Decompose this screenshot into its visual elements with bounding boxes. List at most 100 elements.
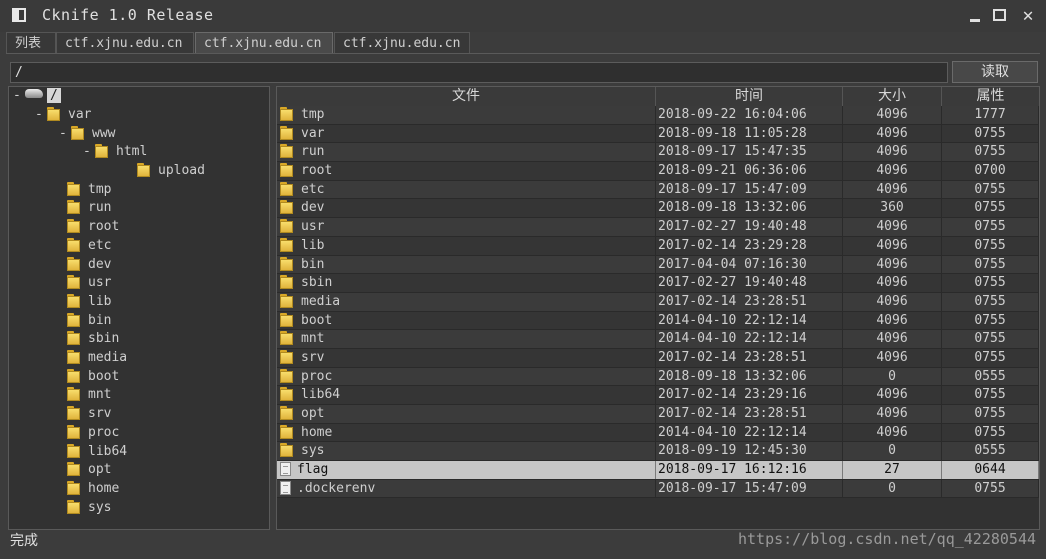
close-icon[interactable]: ✕ (1018, 6, 1038, 26)
tree-node-label: usr (88, 275, 112, 290)
file-size: 4096 (843, 423, 942, 442)
file-name: home (301, 424, 333, 440)
folder-icon (67, 499, 82, 514)
tree-node-home[interactable]: home (55, 480, 119, 498)
file-rows: tmp 2018-09-22 16:04:06 4096 1777 var 2018-09… (277, 106, 1039, 499)
file-time: 2018-09-21 06:36:06 (656, 162, 843, 181)
tree-node-upload[interactable]: upload (125, 162, 205, 180)
file-row[interactable]: lib64 2017-02-14 23:29:16 4096 0755 (277, 386, 1039, 405)
tree-node-sbin[interactable]: sbin (55, 330, 119, 348)
file-name-cell: var (277, 124, 656, 143)
path-input[interactable]: / (10, 62, 948, 83)
file-name: sbin (301, 275, 333, 291)
file-name: .dockerenv (297, 480, 376, 496)
file-name-cell: lib (277, 236, 656, 255)
file-row[interactable]: srv 2017-02-14 23:28:51 4096 0755 (277, 348, 1039, 368)
column-header-attr[interactable]: 属性 (942, 87, 1039, 106)
collapse-icon[interactable]: - (83, 143, 95, 161)
file-size: 4096 (843, 124, 942, 143)
file-row[interactable]: var 2018-09-18 11:05:28 4096 0755 (277, 124, 1039, 144)
file-row[interactable]: tmp 2018-09-22 16:04:06 4096 1777 (277, 106, 1039, 125)
tree-node-lib[interactable]: lib (55, 293, 111, 311)
file-time: 2018-09-19 12:45:30 (656, 442, 843, 461)
folder-icon (280, 293, 295, 308)
file-row[interactable]: root 2018-09-21 06:36:06 4096 0700 (277, 162, 1039, 181)
folder-icon (280, 442, 295, 458)
file-size: 4096 (843, 330, 942, 349)
column-header-time[interactable]: 时间 (656, 87, 843, 106)
folder-icon (67, 405, 82, 420)
file-row[interactable]: bin 2017-04-04 07:16:30 4096 0755 (277, 255, 1039, 275)
tab-site-1[interactable]: ctf.xjnu.edu.cn (56, 32, 194, 53)
tree-node-label: srv (88, 406, 112, 421)
file-row[interactable]: .dockerenv 2018-09-17 15:47:09 0 0755 (277, 479, 1039, 499)
tab-list[interactable]: 列表 (6, 32, 56, 53)
file-row[interactable]: dev 2018-09-18 13:32:06 360 0755 (277, 199, 1039, 219)
tree-node-boot[interactable]: boot (55, 368, 119, 386)
tree-node-www[interactable]: - www (59, 125, 115, 143)
file-row[interactable]: home 2014-04-10 22:12:14 4096 0755 (277, 423, 1039, 443)
status-text: 完成 (10, 533, 38, 549)
tree-node-tmp[interactable]: tmp (55, 181, 111, 199)
file-row[interactable]: mnt 2014-04-10 22:12:14 4096 0755 (277, 330, 1039, 349)
minimize-icon[interactable] (965, 6, 985, 26)
folder-icon (280, 424, 295, 439)
file-row[interactable]: opt 2017-02-14 23:28:51 4096 0755 (277, 405, 1039, 424)
tree-node-sys[interactable]: sys (55, 499, 111, 517)
tree-node-root[interactable]: root (55, 218, 119, 236)
read-button[interactable]: 读取 (952, 61, 1038, 83)
file-time: 2017-04-04 07:16:30 (656, 255, 843, 274)
tree-node-proc[interactable]: proc (55, 424, 119, 442)
file-size: 4096 (843, 143, 942, 162)
file-size: 4096 (843, 274, 942, 293)
file-row[interactable]: sbin 2017-02-27 19:40:48 4096 0755 (277, 274, 1039, 293)
file-attr: 0555 (942, 442, 1039, 461)
tree-node-usr[interactable]: usr (55, 274, 111, 292)
file-size: 4096 (843, 162, 942, 181)
file-time: 2014-04-10 22:12:14 (656, 330, 843, 349)
column-header-size[interactable]: 大小 (843, 87, 942, 106)
tree-node-bin[interactable]: bin (55, 312, 111, 330)
tab-site-3[interactable]: ctf.xjnu.edu.cn (334, 32, 470, 53)
collapse-icon[interactable]: - (13, 87, 25, 105)
tree-node-dev[interactable]: dev (55, 256, 111, 274)
file-size: 4096 (843, 348, 942, 367)
file-row[interactable]: proc 2018-09-18 13:32:06 0 0555 (277, 367, 1039, 387)
window-title: Cknife 1.0 Release (42, 6, 214, 24)
tree-node-lib64[interactable]: lib64 (55, 443, 127, 461)
column-header-name[interactable]: 文件 (277, 87, 656, 106)
tree-node-label: tmp (88, 182, 112, 197)
tree-node-mnt[interactable]: mnt (55, 386, 111, 404)
file-row[interactable]: sys 2018-09-19 12:45:30 0 0555 (277, 442, 1039, 462)
maximize-icon[interactable] (990, 6, 1010, 26)
folder-icon (67, 349, 82, 364)
file-name-cell: srv (277, 348, 656, 367)
file-row[interactable]: run 2018-09-17 15:47:35 4096 0755 (277, 143, 1039, 163)
file-size: 4096 (843, 218, 942, 237)
file-time: 2017-02-27 19:40:48 (656, 218, 843, 237)
tree-node-srv[interactable]: srv (55, 405, 111, 423)
file-name: bin (301, 256, 325, 272)
collapse-icon[interactable]: - (35, 106, 47, 124)
tree-node-opt[interactable]: opt (55, 461, 111, 479)
file-name-cell: flag (277, 461, 656, 480)
tree-node-etc[interactable]: etc (55, 237, 111, 255)
file-row[interactable]: media 2017-02-14 23:28:51 4096 0755 (277, 292, 1039, 312)
tree-node-label: sbin (88, 331, 120, 346)
tree-node-media[interactable]: media (55, 349, 127, 367)
file-row[interactable]: lib 2017-02-14 23:29:28 4096 0755 (277, 236, 1039, 256)
tab-site-2[interactable]: ctf.xjnu.edu.cn (195, 32, 333, 53)
tree-root[interactable]: - / (13, 87, 61, 105)
file-attr: 0755 (942, 386, 1039, 405)
tree-node-var[interactable]: - var (35, 106, 91, 124)
tree-node-html[interactable]: - html (83, 143, 147, 161)
file-size: 4096 (843, 386, 942, 405)
file-row[interactable]: boot 2014-04-10 22:12:14 4096 0755 (277, 311, 1039, 331)
file-row[interactable]: flag 2018-09-17 16:12:16 27 0644 (277, 461, 1039, 480)
collapse-icon[interactable]: - (59, 125, 71, 143)
file-row[interactable]: etc 2018-09-17 15:47:09 4096 0755 (277, 180, 1039, 200)
file-row[interactable]: usr 2017-02-27 19:40:48 4096 0755 (277, 218, 1039, 237)
file-name: boot (301, 312, 333, 328)
file-time: 2017-02-14 23:28:51 (656, 405, 843, 423)
tree-node-run[interactable]: run (55, 199, 111, 217)
